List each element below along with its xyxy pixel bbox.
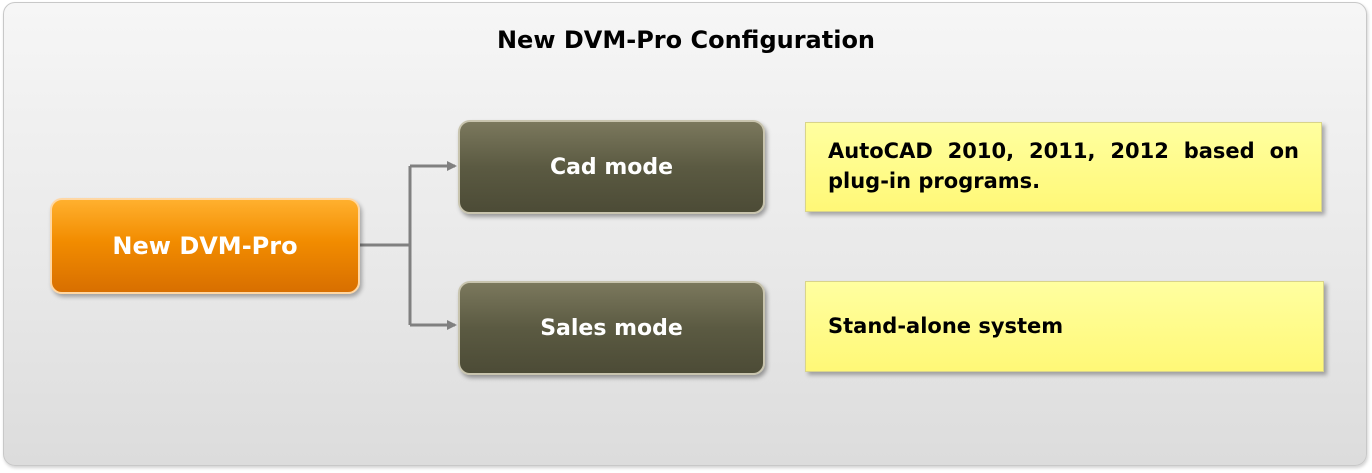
sales-mode-description: Stand-alone system	[828, 313, 1064, 338]
root-node-label: New DVM-Pro	[112, 232, 298, 260]
sales-mode-note: Stand-alone system	[805, 281, 1324, 372]
root-node: New DVM-Pro	[50, 198, 360, 294]
cad-mode-note: AutoCAD 2010, 2011, 2012 based on plug-i…	[805, 122, 1322, 212]
sales-mode-node: Sales mode	[458, 281, 765, 375]
cad-mode-description: AutoCAD 2010, 2011, 2012 based on plug-i…	[828, 139, 1299, 193]
cad-mode-label: Cad mode	[549, 154, 674, 180]
diagram-canvas: New DVM-Pro Configuration New DVM-Pro Ca…	[0, 0, 1372, 473]
cad-mode-node: Cad mode	[458, 120, 765, 214]
sales-mode-label: Sales mode	[540, 315, 683, 341]
